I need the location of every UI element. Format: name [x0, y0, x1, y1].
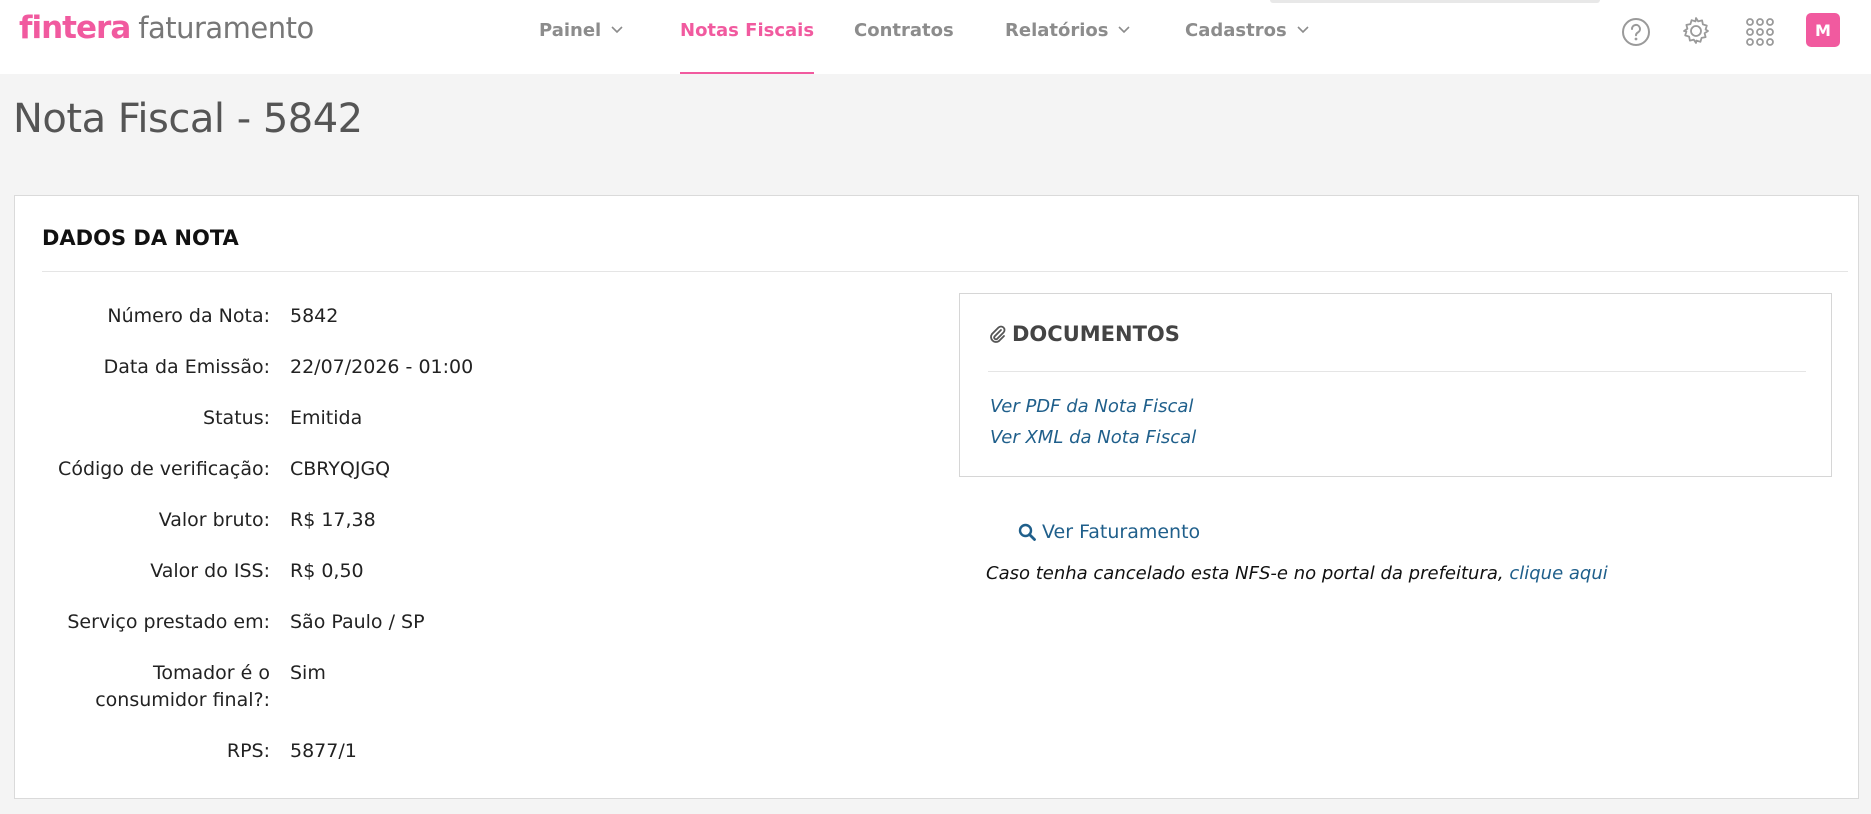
cancel-note: Caso tenha cancelado esta NFS-e no porta… — [986, 563, 1608, 584]
nav-item-relatorios[interactable]: Relatórios — [1005, 0, 1131, 74]
nav-item-label: Relatórios — [1005, 19, 1109, 41]
field-value: CBRYQJGQ — [290, 458, 391, 480]
nav-item-notas-fiscais[interactable]: Notas Fiscais — [680, 0, 815, 74]
divider — [42, 271, 1848, 272]
view-pdf-link[interactable]: Ver PDF da Nota Fiscal — [990, 396, 1193, 417]
logo-brand: fintera — [19, 10, 131, 46]
nav-item-contratos[interactable]: Contratos — [854, 0, 954, 74]
field-value: Emitida — [290, 407, 363, 429]
documents-title-label: DOCUMENTOS — [1012, 322, 1180, 346]
app-logo[interactable]: fintera faturamento — [19, 10, 314, 50]
documents-title: DOCUMENTOS — [988, 322, 1180, 346]
paperclip-icon — [988, 324, 1006, 344]
nav-item-painel[interactable]: Painel — [539, 0, 623, 74]
field-label: Valor do ISS: — [150, 560, 270, 582]
field-label: Valor bruto: — [158, 509, 270, 531]
dropdown-shadow — [1270, 0, 1600, 3]
field-label: Número da Nota: — [107, 305, 270, 327]
field-value: 5877/1 — [290, 740, 357, 762]
documents-box: DOCUMENTOS Ver PDF da Nota Fiscal Ver XM… — [959, 293, 1832, 477]
search-icon — [1018, 523, 1036, 541]
divider — [988, 371, 1806, 372]
field-value: Sim — [290, 662, 326, 684]
nav-item-label: Contratos — [854, 19, 954, 41]
field-label: Status: — [203, 407, 270, 429]
field-label: Data da Emissão: — [103, 356, 270, 378]
chevron-down-icon — [611, 26, 623, 34]
nav-item-label: Notas Fiscais — [680, 19, 815, 41]
page-title: Nota Fiscal - 5842 — [13, 96, 363, 142]
help-circle-icon[interactable] — [1620, 16, 1652, 48]
nav-item-cadastros[interactable]: Cadastros — [1185, 0, 1309, 74]
field-value: R$ 17,38 — [290, 509, 376, 531]
invoice-details-card: DADOS DA NOTA Número da Nota: 5842 Data … — [14, 195, 1859, 799]
field-label: Tomador é o consumidor final?: — [95, 662, 270, 711]
card-title: DADOS DA NOTA — [42, 226, 239, 250]
cancel-note-text: Caso tenha cancelado esta NFS-e no porta… — [986, 563, 1504, 584]
chevron-down-icon — [1118, 26, 1131, 34]
field-label: RPS: — [226, 740, 270, 762]
field-value: 22/07/2026 - 01:00 — [290, 356, 474, 378]
view-billing-label: Ver Faturamento — [1042, 521, 1201, 543]
gear-icon[interactable] — [1679, 14, 1713, 48]
field-value: 5842 — [290, 305, 339, 327]
nav-item-label: Cadastros — [1185, 19, 1287, 41]
logo-product: faturamento — [138, 11, 314, 45]
top-navbar: fintera faturamento Painel Notas Fiscais… — [0, 0, 1871, 74]
field-label: Código de verificação: — [58, 458, 270, 480]
field-value: São Paulo / SP — [290, 611, 425, 633]
field-label: Serviço prestado em: — [67, 611, 270, 633]
apps-grid-icon[interactable] — [1744, 16, 1776, 48]
click-here-link[interactable]: clique aqui — [1509, 563, 1607, 584]
user-avatar[interactable]: M — [1806, 13, 1840, 47]
view-billing-link[interactable]: Ver Faturamento — [1018, 521, 1200, 543]
chevron-down-icon — [1297, 26, 1309, 34]
field-value: R$ 0,50 — [290, 560, 364, 582]
nav-item-label: Painel — [539, 19, 602, 41]
view-xml-link[interactable]: Ver XML da Nota Fiscal — [990, 427, 1196, 448]
